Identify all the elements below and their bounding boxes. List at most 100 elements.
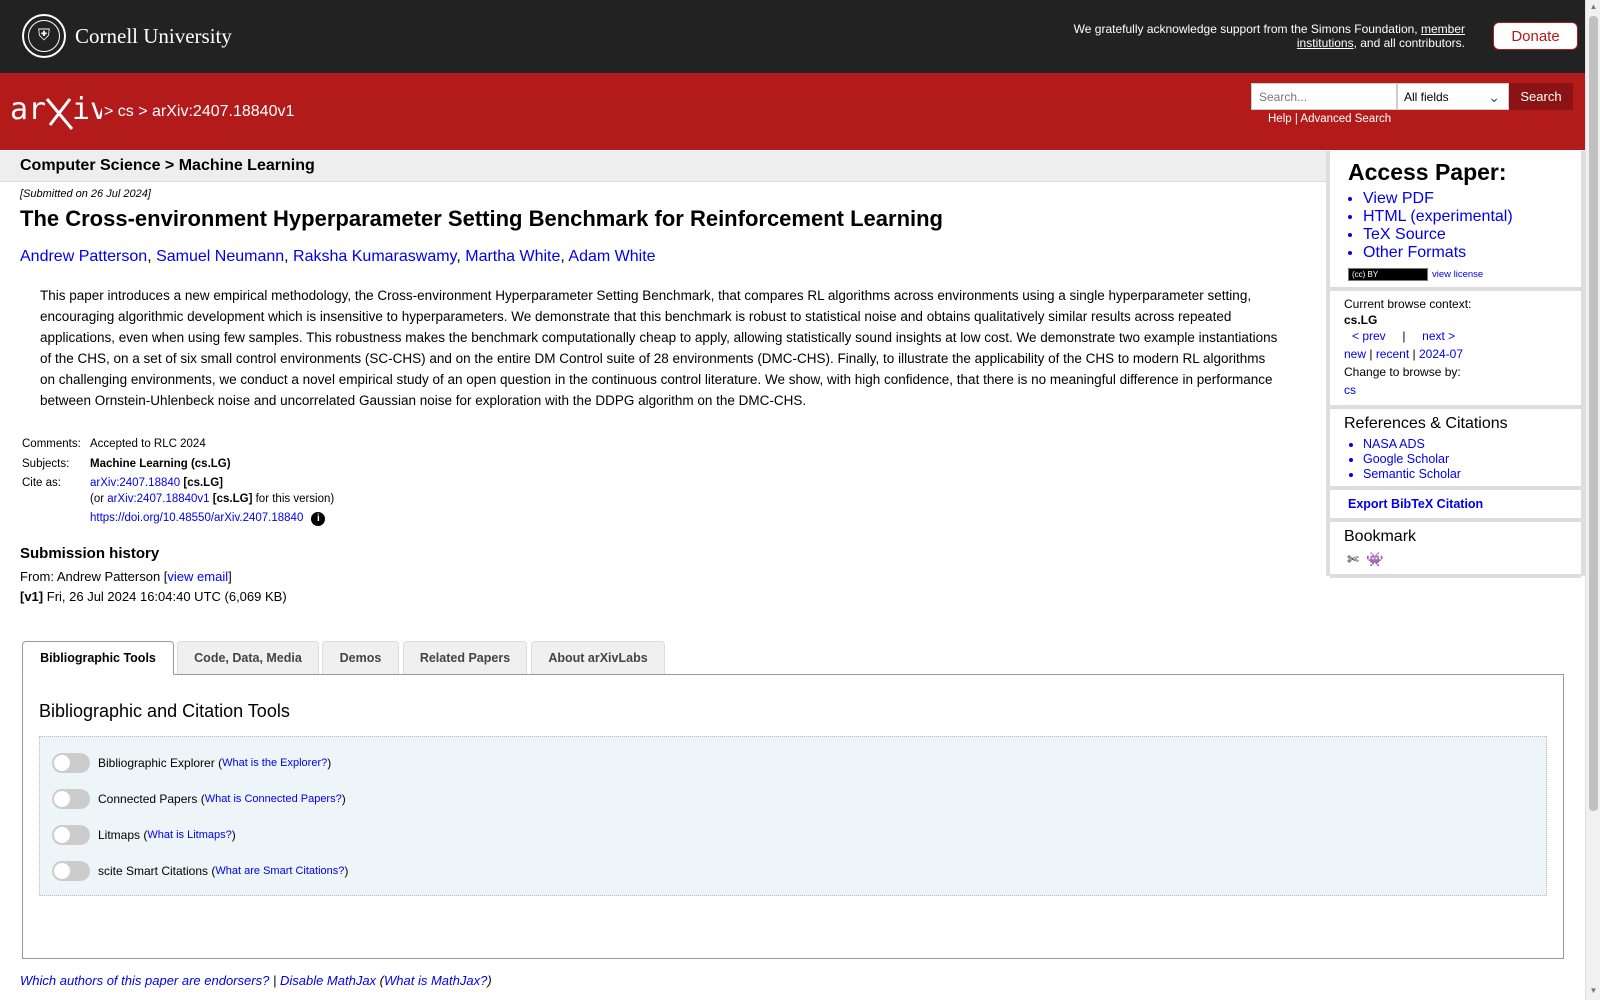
references-title: References & Citations (1344, 415, 1508, 432)
browse-cs-link[interactable]: cs (1344, 383, 1356, 397)
view-pdf-link[interactable]: View PDF (1363, 190, 1581, 208)
submission-version-v1: [v1] Fri, 26 Jul 2024 16:04:40 UTC (6,06… (20, 589, 287, 604)
endorsers-link[interactable]: Which authors of this paper are endorser… (20, 973, 269, 988)
metadata-table: Comments: Accepted to RLC 2024 Subjects:… (20, 435, 336, 529)
subject-header: Computer Science > Machine Learning (0, 151, 1326, 182)
month-link[interactable]: 2024-07 (1419, 347, 1463, 361)
author-link[interactable]: Raksha Kumaraswamy (293, 248, 456, 265)
advanced-search-link[interactable]: Advanced Search (1300, 113, 1391, 125)
access-links: View PDF HTML (experimental) TeX Source … (1330, 190, 1581, 262)
license-row: (cc) BY view license (1330, 262, 1581, 287)
tools-box: Bibliographic Explorer (What is the Expl… (39, 736, 1547, 896)
cornell-logo[interactable]: ⛨ Cornell University (22, 13, 232, 59)
breadcrumb-cs-link[interactable]: cs (118, 103, 134, 120)
view-email-link[interactable]: view email (167, 569, 228, 584)
svg-text:iv: iv (72, 92, 102, 127)
author-link[interactable]: Samuel Neumann (156, 248, 284, 265)
arxiv-logo[interactable]: ar iv (10, 91, 102, 131)
cite-version-link[interactable]: arXiv:2407.18840v1 (107, 493, 209, 505)
toggle-switch[interactable] (52, 825, 90, 845)
author-link[interactable]: Martha White (465, 248, 560, 265)
bookmark-title: Bookmark (1344, 528, 1417, 545)
tool-info-link[interactable]: What are Smart Citations? (215, 865, 344, 877)
search-button[interactable]: Search (1509, 83, 1573, 110)
disable-mathjax-link[interactable]: Disable MathJax (280, 973, 376, 988)
search-input[interactable]: Search... (1251, 83, 1397, 110)
prev-link[interactable]: < prev (1352, 329, 1386, 343)
tab-related-papers[interactable]: Related Papers (403, 641, 527, 674)
toggle-switch[interactable] (52, 861, 90, 881)
browse-context-section: Current browse context: cs.LG < prev | n… (1330, 291, 1581, 409)
right-sidebar: Access Paper: View PDF HTML (experimenta… (1326, 151, 1585, 578)
page-scrollbar[interactable]: ▲ ▼ (1585, 0, 1600, 1000)
tool-info-link[interactable]: What is the Explorer? (222, 757, 327, 769)
tool-row-bibliographic-explorer: Bibliographic Explorer (What is the Expl… (52, 753, 331, 773)
tool-info-link[interactable]: What is Connected Papers? (205, 793, 342, 805)
support-text: We gratefully acknowledge support from t… (1073, 22, 1465, 50)
next-link[interactable]: next > (1422, 329, 1455, 343)
submission-from: From: Andrew Patterson [view email] (20, 569, 232, 584)
toggle-switch[interactable] (52, 753, 90, 773)
tab-bibliographic-tools[interactable]: Bibliographic Tools (22, 641, 174, 675)
google-scholar-link[interactable]: Google Scholar (1363, 452, 1581, 467)
cite-id-link[interactable]: arXiv:2407.18840 (90, 477, 180, 489)
semantic-scholar-link[interactable]: Semantic Scholar (1363, 467, 1581, 482)
donate-button[interactable]: Donate (1493, 22, 1578, 50)
access-paper-title: Access Paper: (1348, 159, 1507, 185)
toggle-switch[interactable] (52, 789, 90, 809)
comments-row: Comments: Accepted to RLC 2024 (20, 435, 336, 455)
submission-date: [Submitted on 26 Jul 2024] (20, 188, 151, 200)
submission-history-title: Submission history (20, 545, 160, 562)
author-link[interactable]: Adam White (568, 248, 655, 265)
browse-context-label: Current browse context: (1344, 297, 1472, 311)
export-bibtex-link[interactable]: Export BibTeX Citation (1330, 490, 1581, 518)
scroll-down-icon[interactable]: ▼ (1589, 986, 1598, 996)
export-section: Export BibTeX Citation (1330, 490, 1581, 522)
author-list: Andrew Patterson, Samuel Neumann, Raksha… (20, 248, 656, 265)
subjects-row: Subjects: Machine Learning (cs.LG) (20, 455, 336, 475)
references-section: References & Citations NASA ADS Google S… (1330, 409, 1581, 490)
author-link[interactable]: Andrew Patterson (20, 248, 147, 265)
top-banner: ⛨ Cornell University We gratefully ackno… (0, 0, 1585, 73)
tool-row-scite: scite Smart Citations (What are Smart Ci… (52, 861, 348, 881)
comments-label: Comments: (22, 438, 81, 450)
subjects-value: Machine Learning (cs.LG) (90, 457, 231, 470)
new-link[interactable]: new (1344, 347, 1366, 361)
footer-links: Which authors of this paper are endorser… (20, 973, 492, 988)
breadcrumb: > cs > arXiv:2407.18840v1 (104, 103, 295, 120)
bibsonomy-icon[interactable]: ✄ (1344, 550, 1362, 568)
html-experimental-link[interactable]: HTML (experimental) (1363, 208, 1581, 226)
cite-row: Cite as: arXiv:2407.18840 [cs.LG] (or ar… (20, 474, 336, 529)
tool-info-link[interactable]: What is Litmaps? (147, 829, 231, 841)
search-help-links: Help | Advanced Search (1268, 113, 1392, 125)
other-formats-link[interactable]: Other Formats (1363, 244, 1581, 262)
nasa-ads-link[interactable]: NASA ADS (1363, 437, 1581, 452)
scroll-up-icon[interactable]: ▲ (1589, 2, 1598, 12)
cc-by-license-icon[interactable]: (cc) BY (1348, 268, 1428, 281)
tab-code-data-media[interactable]: Code, Data, Media (177, 641, 319, 674)
reddit-icon[interactable]: 👾 (1366, 550, 1384, 568)
view-license-link[interactable]: view license (1432, 269, 1483, 280)
scroll-thumb[interactable] (1589, 16, 1598, 811)
arxiv-logo-icon: ar iv (10, 92, 102, 130)
tool-row-connected-papers: Connected Papers (What is Connected Pape… (52, 789, 346, 809)
breadcrumb-paper-id: arXiv:2407.18840v1 (152, 103, 295, 120)
tex-source-link[interactable]: TeX Source (1363, 226, 1581, 244)
panel-title: Bibliographic and Citation Tools (39, 701, 290, 721)
tab-demos[interactable]: Demos (322, 641, 399, 674)
cornell-seal-icon: ⛨ (22, 14, 66, 58)
bookmark-section: Bookmark ✄ 👾 (1330, 522, 1581, 578)
recent-link[interactable]: recent (1376, 347, 1409, 361)
search-field-select[interactable]: All fields ⌄ (1397, 83, 1509, 110)
what-is-mathjax-link[interactable]: What is MathJax? (384, 973, 487, 988)
svg-text:ar: ar (10, 92, 46, 127)
browse-context-value: cs.LG (1344, 313, 1378, 327)
info-icon[interactable]: i (311, 512, 326, 526)
tab-about-arxivlabs[interactable]: About arXivLabs (531, 641, 665, 674)
access-paper-section: Access Paper: View PDF HTML (experimenta… (1330, 151, 1581, 291)
tab-panel-bibliographic-tools: Bibliographic and Citation Tools Bibliog… (22, 674, 1564, 959)
cite-label: Cite as: (22, 477, 61, 489)
chevron-down-icon: ⌄ (1488, 89, 1500, 105)
doi-link[interactable]: https://doi.org/10.48550/arXiv.2407.1884… (90, 512, 303, 524)
help-link[interactable]: Help (1268, 113, 1292, 125)
